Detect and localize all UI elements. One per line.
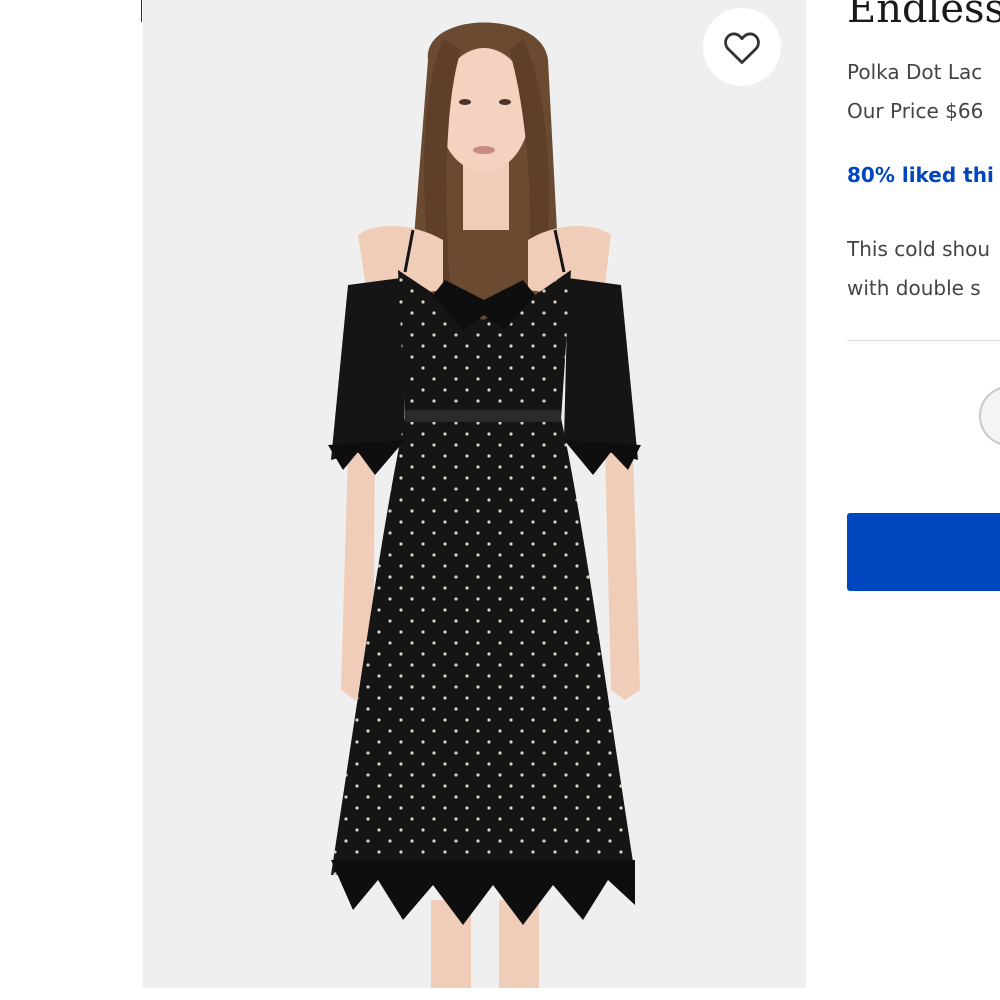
heart-outline-icon — [724, 32, 760, 64]
add-to-bag-button[interactable] — [847, 513, 1000, 591]
product-photo-illustration — [143, 0, 806, 988]
product-title: Endless — [847, 0, 1000, 32]
product-price: Our Price $66 — [847, 99, 984, 123]
section-divider — [847, 340, 1000, 341]
product-subtitle: Polka Dot Lac — [847, 60, 983, 84]
description-line-2: with double s — [847, 276, 981, 300]
favorite-button[interactable] — [703, 8, 781, 86]
product-details-panel: Endless Polka Dot Lac Our Price $66 80% … — [847, 0, 1000, 1000]
rating-link[interactable]: 80% liked thi — [847, 163, 994, 187]
description-line-1: This cold shou — [847, 237, 991, 261]
product-image[interactable] — [143, 0, 806, 988]
product-description: This cold shou with double s — [847, 230, 990, 308]
color-swatch[interactable] — [979, 386, 1000, 446]
left-edge-divider — [141, 0, 142, 22]
